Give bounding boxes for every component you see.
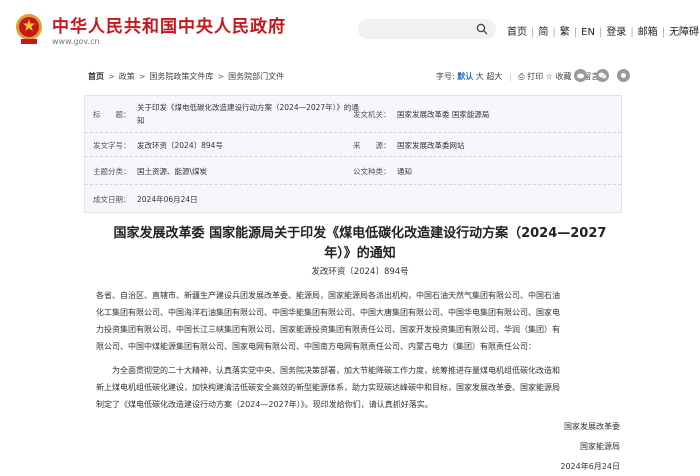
font-size-large[interactable]: 大 [476,72,484,81]
body-paragraph: 为全面贯彻党的二十大精神，认真落实党中央、国务院决策部署，加大节能降碳工作力度，… [96,362,626,413]
meta-docno-label: 发文字号： [93,141,131,150]
meta-date-value: 2024年06月24日 [137,195,198,204]
meta-topic-label: 主题分类： [93,167,131,176]
site-header: 中华人民共和国中央人民政府 www.gov.cn 首页 | 简 | 繁 | EN | 登录 | 邮箱… [0,0,700,60]
more-share-icon[interactable] [617,69,631,82]
meta-source-value: 国家发展改革委网站 [397,141,465,150]
print-icon[interactable]: ⎙ [518,72,524,81]
nav-home[interactable]: 首页 [507,27,527,38]
body-line: 为全面贯彻党的二十大精神，认真落实党中央、国务院决策部署，加大节能降碳工作力度，… [96,366,560,375]
meta-row-docno: 发文字号： 发改环资〔2024〕894号 来 源： 国家发展改革委网站 [85,132,621,157]
body-line: 新上煤电机组低碳化建设，加快构建清洁低碳安全高效的新型能源体系，助力实现碳达峰碳… [96,383,560,392]
meta-issuer-label: 发文机关： [353,110,391,119]
breadcrumb-dept-docs[interactable]: 国务院部门文件 [228,72,284,81]
signature-date: 2024年6月24日 [560,462,620,471]
body-line: 制定了《煤电低碳化改造建设行动方案（2024—2027年）》。现印发给你们，请认… [96,400,433,409]
meta-title-label: 标 题： [93,110,131,119]
signature-ndrc: 国家发展改革委 [564,422,620,431]
document-number: 发改环资〔2024〕894号 [311,267,409,277]
print-button[interactable]: 打印 [527,72,543,81]
recipients-line: 限公司、中国中煤能源集团有限公司、国家电网有限公司、中国南方电网有限责任公司、内… [96,342,536,351]
weibo-icon[interactable] [574,69,587,82]
breadcrumb-home[interactable]: 首页 [88,72,104,81]
search-input[interactable] [358,19,496,39]
site-domain: www.gov.cn [52,37,100,46]
nav-mail[interactable]: 邮箱 [638,27,658,38]
nav-login[interactable]: 登录 [606,27,626,38]
breadcrumb-policy[interactable]: 政策 [119,72,135,81]
meta-title-line1: 关于印发《煤电低碳化改造建设行动方案（2024—2027年）》的通 [137,103,359,112]
meta-type-label: 公文种类： [353,167,391,176]
national-emblem-icon [16,14,42,44]
nav-simplified[interactable]: 简 [538,27,548,38]
wechat-icon[interactable] [595,69,609,82]
nav-traditional[interactable]: 繁 [560,27,570,38]
meta-topic-value: 国土资源、能源\煤炭 [137,167,208,176]
nav-accessibility[interactable]: 无障碍 [669,27,699,38]
font-size-default[interactable]: 默认 [457,72,473,81]
meta-row-title: 标 题： 关于印发《煤电低碳化改造建设行动方案（2024—2027年）》的通 知… [85,96,621,133]
recipients-line: 力投资集团有限公司、中国长江三峡集团有限公司、国家能源投资集团有限责任公司、国家… [96,325,560,334]
nav-english[interactable]: EN [581,27,595,38]
meta-type-value: 通知 [397,167,412,176]
recipients-paragraph: 各省、自治区、直辖市、新疆生产建设兵团发展改革委、能源局，国家能源局各派出机构，… [96,287,626,355]
signature-nea: 国家能源局 [580,442,620,451]
meta-source-label: 来 源： [353,141,391,150]
document-meta-table: 标 题： 关于印发《煤电低碳化改造建设行动方案（2024—2027年）》的通 知… [84,95,622,213]
search-icon[interactable] [476,23,488,35]
site-title[interactable]: 中华人民共和国中央人民政府 [52,12,286,37]
breadcrumb: 首页 > 政策 > 国务院政策文件库 > 国务院部门文件 [88,72,285,81]
document-title-line2: 年）》的通知 [324,246,396,261]
top-nav: 首页 | 简 | 繁 | EN | 登录 | 邮箱 | 无障碍 [507,27,700,38]
share-bar [568,69,631,82]
font-size-xlarge[interactable]: 超大 [486,72,502,81]
font-size-label: 字号: [436,72,455,81]
recipients-line: 各省、自治区、直辖市、新疆生产建设兵团发展改革委、能源局，国家能源局各派出机构，… [96,291,560,300]
meta-docno-value: 发改环资〔2024〕894号 [137,141,223,150]
breadcrumb-bar: 首页 > 政策 > 国务院政策文件库 > 国务院部门文件 字号: 默认 大 超大 | ⎙ 打… [88,69,631,85]
recipients-line: 化工集团有限公司、中国海洋石油集团有限公司、中国华能集团有限公司、中国大唐集团有… [96,308,560,317]
meta-row-date: 成文日期： 2024年06月24日 [85,184,621,212]
meta-title-line2: 知 [137,116,145,125]
meta-date-label: 成文日期： [93,195,131,204]
breadcrumb-library[interactable]: 国务院政策文件库 [149,72,213,81]
meta-row-topic: 主题分类： 国土资源、能源\煤炭 公文种类： 通知 [85,156,621,185]
favorite-icon[interactable]: ☆ [546,72,553,81]
meta-issuer-value: 国家发展改革委 国家能源局 [397,110,490,119]
document-title-line1: 国家发展改革委 国家能源局关于印发《煤电低碳化改造建设行动方案（2024—202… [113,226,607,241]
document-title: 国家发展改革委 国家能源局关于印发《煤电低碳化改造建设行动方案（2024—202… [100,224,620,264]
